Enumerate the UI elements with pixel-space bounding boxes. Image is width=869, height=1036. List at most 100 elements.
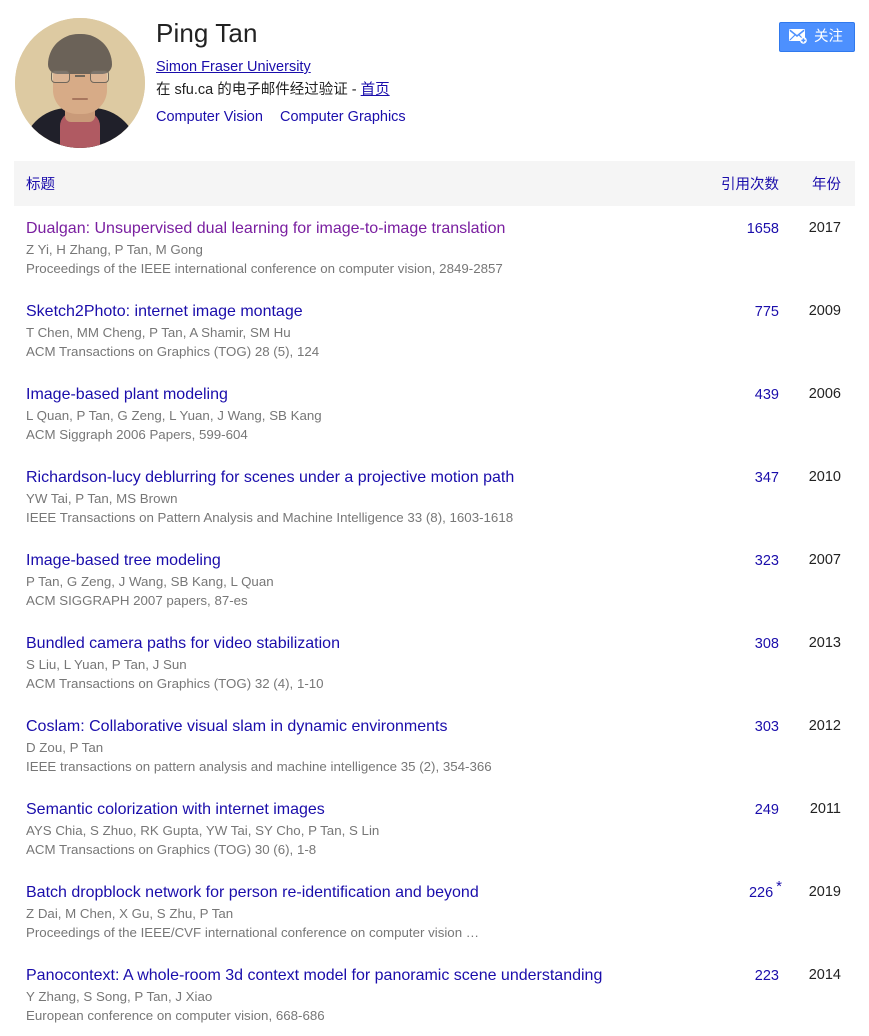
page-title: Ping Tan — [156, 18, 258, 48]
publication-rows: Dualgan: Unsupervised dual learning for … — [14, 206, 855, 1036]
cell-title: Coslam: Collaborative visual slam in dyn… — [26, 717, 667, 775]
citation-count-link[interactable]: 775 — [755, 304, 779, 320]
cell-citations: 439 — [667, 385, 779, 404]
publication-title-link[interactable]: Image-based plant modeling — [26, 385, 228, 405]
table-row: Richardson-lucy deblurring for scenes un… — [14, 455, 855, 538]
interest-tag-computer-graphics[interactable]: Computer Graphics — [280, 109, 406, 125]
publication-venue: ACM Transactions on Graphics (TOG) 32 (4… — [26, 676, 324, 691]
verified-email-row: 在 sfu.ca 的电子邮件经过验证 - 首页 — [156, 79, 419, 101]
column-header-year[interactable]: 年份 — [779, 173, 841, 194]
profile-info: Ping Tan Simon Fraser University 在 sfu.c… — [146, 18, 419, 127]
table-row: Semantic colorization with internet imag… — [14, 787, 855, 870]
cell-year: 2007 — [808, 552, 841, 568]
avatar-glasses-bridge — [75, 75, 85, 77]
cell-title: Image-based plant modeling L Quan, P Tan,… — [26, 385, 667, 443]
cell-year: 2014 — [808, 967, 841, 983]
publication-title-link[interactable]: Sketch2Photo: internet image montage — [26, 302, 303, 322]
publication-venue: Proceedings of the IEEE/CVF internationa… — [26, 925, 480, 940]
avatar-container — [14, 18, 146, 148]
table-row: Batch dropblock network for person re-id… — [14, 870, 855, 953]
citation-asterisk-icon: * — [776, 878, 782, 895]
affiliation-link[interactable]: Simon Fraser University — [156, 57, 311, 78]
cell-title: Batch dropblock network for person re-id… — [26, 883, 667, 941]
publication-title-link[interactable]: Bundled camera paths for video stabiliza… — [26, 634, 340, 654]
citation-count-link[interactable]: 308 — [755, 636, 779, 652]
cell-citations: 303 — [667, 717, 779, 736]
cell-year: 2019 — [808, 884, 841, 900]
publication-venue: ACM SIGGRAPH 2007 papers, 87-es — [26, 593, 248, 608]
publication-venue: Proceedings of the IEEE international co… — [26, 261, 503, 276]
publication-venue: ACM Transactions on Graphics (TOG) 30 (6… — [26, 842, 317, 857]
publication-title-link[interactable]: Semantic colorization with internet imag… — [26, 800, 325, 820]
cell-citations: 1658 — [667, 219, 779, 238]
cell-title: Image-based tree modeling P Tan, G Zeng, … — [26, 551, 667, 609]
cell-citations: 323 — [667, 551, 779, 570]
publication-title-link[interactable]: Batch dropblock network for person re-id… — [26, 883, 479, 903]
cell-title: Bundled camera paths for video stabiliza… — [26, 634, 667, 692]
avatar-glasses-left — [51, 70, 70, 83]
table-row: Coslam: Collaborative visual slam in dyn… — [14, 704, 855, 787]
avatar[interactable] — [15, 18, 145, 148]
cell-year: 2013 — [808, 635, 841, 651]
column-header-citations[interactable]: 引用次数 — [667, 173, 779, 194]
table-row: Dualgan: Unsupervised dual learning for … — [14, 206, 855, 289]
verified-email-text: 在 sfu.ca 的电子邮件经过验证 - — [156, 82, 361, 98]
citation-count-link[interactable]: 226 — [749, 885, 773, 901]
publication-title-link[interactable]: Image-based tree modeling — [26, 551, 221, 571]
citation-count-link[interactable]: 323 — [755, 553, 779, 569]
publication-title-link[interactable]: Panocontext: A whole-room 3d context mod… — [26, 966, 602, 986]
publication-authors: AYS Chia, S Zhuo, RK Gupta, YW Tai, SY C… — [26, 823, 380, 838]
cell-year: 2006 — [808, 386, 841, 402]
homepage-link[interactable]: 首页 — [361, 82, 390, 98]
table-row: Image-based tree modeling P Tan, G Zeng, … — [14, 538, 855, 621]
publication-authors: L Quan, P Tan, G Zeng, L Yuan, J Wang, S… — [26, 408, 322, 423]
cell-title: Dualgan: Unsupervised dual learning for … — [26, 219, 667, 277]
publication-title-link[interactable]: Dualgan: Unsupervised dual learning for … — [26, 219, 505, 239]
cell-year: 2012 — [808, 718, 841, 734]
follow-button[interactable]: 关注 — [779, 22, 855, 52]
citation-count-link[interactable]: 439 — [755, 387, 779, 403]
cell-year: 2011 — [809, 801, 841, 817]
follow-button-label: 关注 — [814, 28, 843, 45]
citation-count-link[interactable]: 249 — [755, 802, 779, 818]
publication-authors: Z Yi, H Zhang, P Tan, M Gong — [26, 242, 203, 257]
publication-authors: YW Tai, P Tan, MS Brown — [26, 491, 178, 506]
envelope-plus-icon — [789, 28, 808, 46]
table-row: Panocontext: A whole-room 3d context mod… — [14, 953, 855, 1036]
cell-title: Richardson-lucy deblurring for scenes un… — [26, 468, 667, 526]
table-header-row: 标题 引用次数 年份 — [14, 161, 855, 206]
interest-tag-computer-vision[interactable]: Computer Vision — [156, 109, 263, 125]
publication-title-link[interactable]: Richardson-lucy deblurring for scenes un… — [26, 468, 514, 488]
cell-title: Panocontext: A whole-room 3d context mod… — [26, 966, 667, 1024]
citation-count-link[interactable]: 1658 — [747, 221, 779, 237]
cell-citations: 226 * — [667, 879, 782, 902]
scholar-profile-page: Ping Tan Simon Fraser University 在 sfu.c… — [0, 0, 869, 1023]
publication-authors: Z Dai, M Chen, X Gu, S Zhu, P Tan — [26, 906, 234, 921]
cell-title: Semantic colorization with internet imag… — [26, 800, 667, 858]
publication-venue: European conference on computer vision, … — [26, 1008, 325, 1023]
citation-count-link[interactable]: 223 — [755, 968, 779, 984]
publications-table: 标题 引用次数 年份 Dualgan: Unsupervised dual le… — [14, 161, 855, 1036]
cell-year: 2010 — [808, 469, 841, 485]
publication-authors: D Zou, P Tan — [26, 740, 104, 755]
table-row: Bundled camera paths for video stabiliza… — [14, 621, 855, 704]
citation-count-link[interactable]: 303 — [755, 719, 779, 735]
cell-citations: 249 — [667, 800, 779, 819]
cell-year: 2017 — [808, 220, 841, 236]
cell-title: Sketch2Photo: internet image montage T Ch… — [26, 302, 667, 360]
cell-citations: 347 — [667, 468, 779, 487]
cell-citations: 308 — [667, 634, 779, 653]
publication-venue: ACM Siggraph 2006 Papers, 599-604 — [26, 427, 248, 442]
publication-authors: P Tan, G Zeng, J Wang, SB Kang, L Quan — [26, 574, 274, 589]
avatar-glasses-right — [90, 70, 109, 83]
column-header-title[interactable]: 标题 — [26, 173, 667, 194]
cell-citations: 775 — [667, 302, 779, 321]
affiliation-row: Simon Fraser University — [156, 57, 419, 78]
publication-title-link[interactable]: Coslam: Collaborative visual slam in dyn… — [26, 717, 448, 737]
publication-venue: ACM Transactions on Graphics (TOG) 28 (5… — [26, 344, 320, 359]
cell-year: 2009 — [808, 303, 841, 319]
table-row: Image-based plant modeling L Quan, P Tan,… — [14, 372, 855, 455]
publication-authors: T Chen, MM Cheng, P Tan, A Shamir, SM Hu — [26, 325, 291, 340]
citation-count-link[interactable]: 347 — [755, 470, 779, 486]
profile-header: Ping Tan Simon Fraser University 在 sfu.c… — [0, 0, 869, 148]
